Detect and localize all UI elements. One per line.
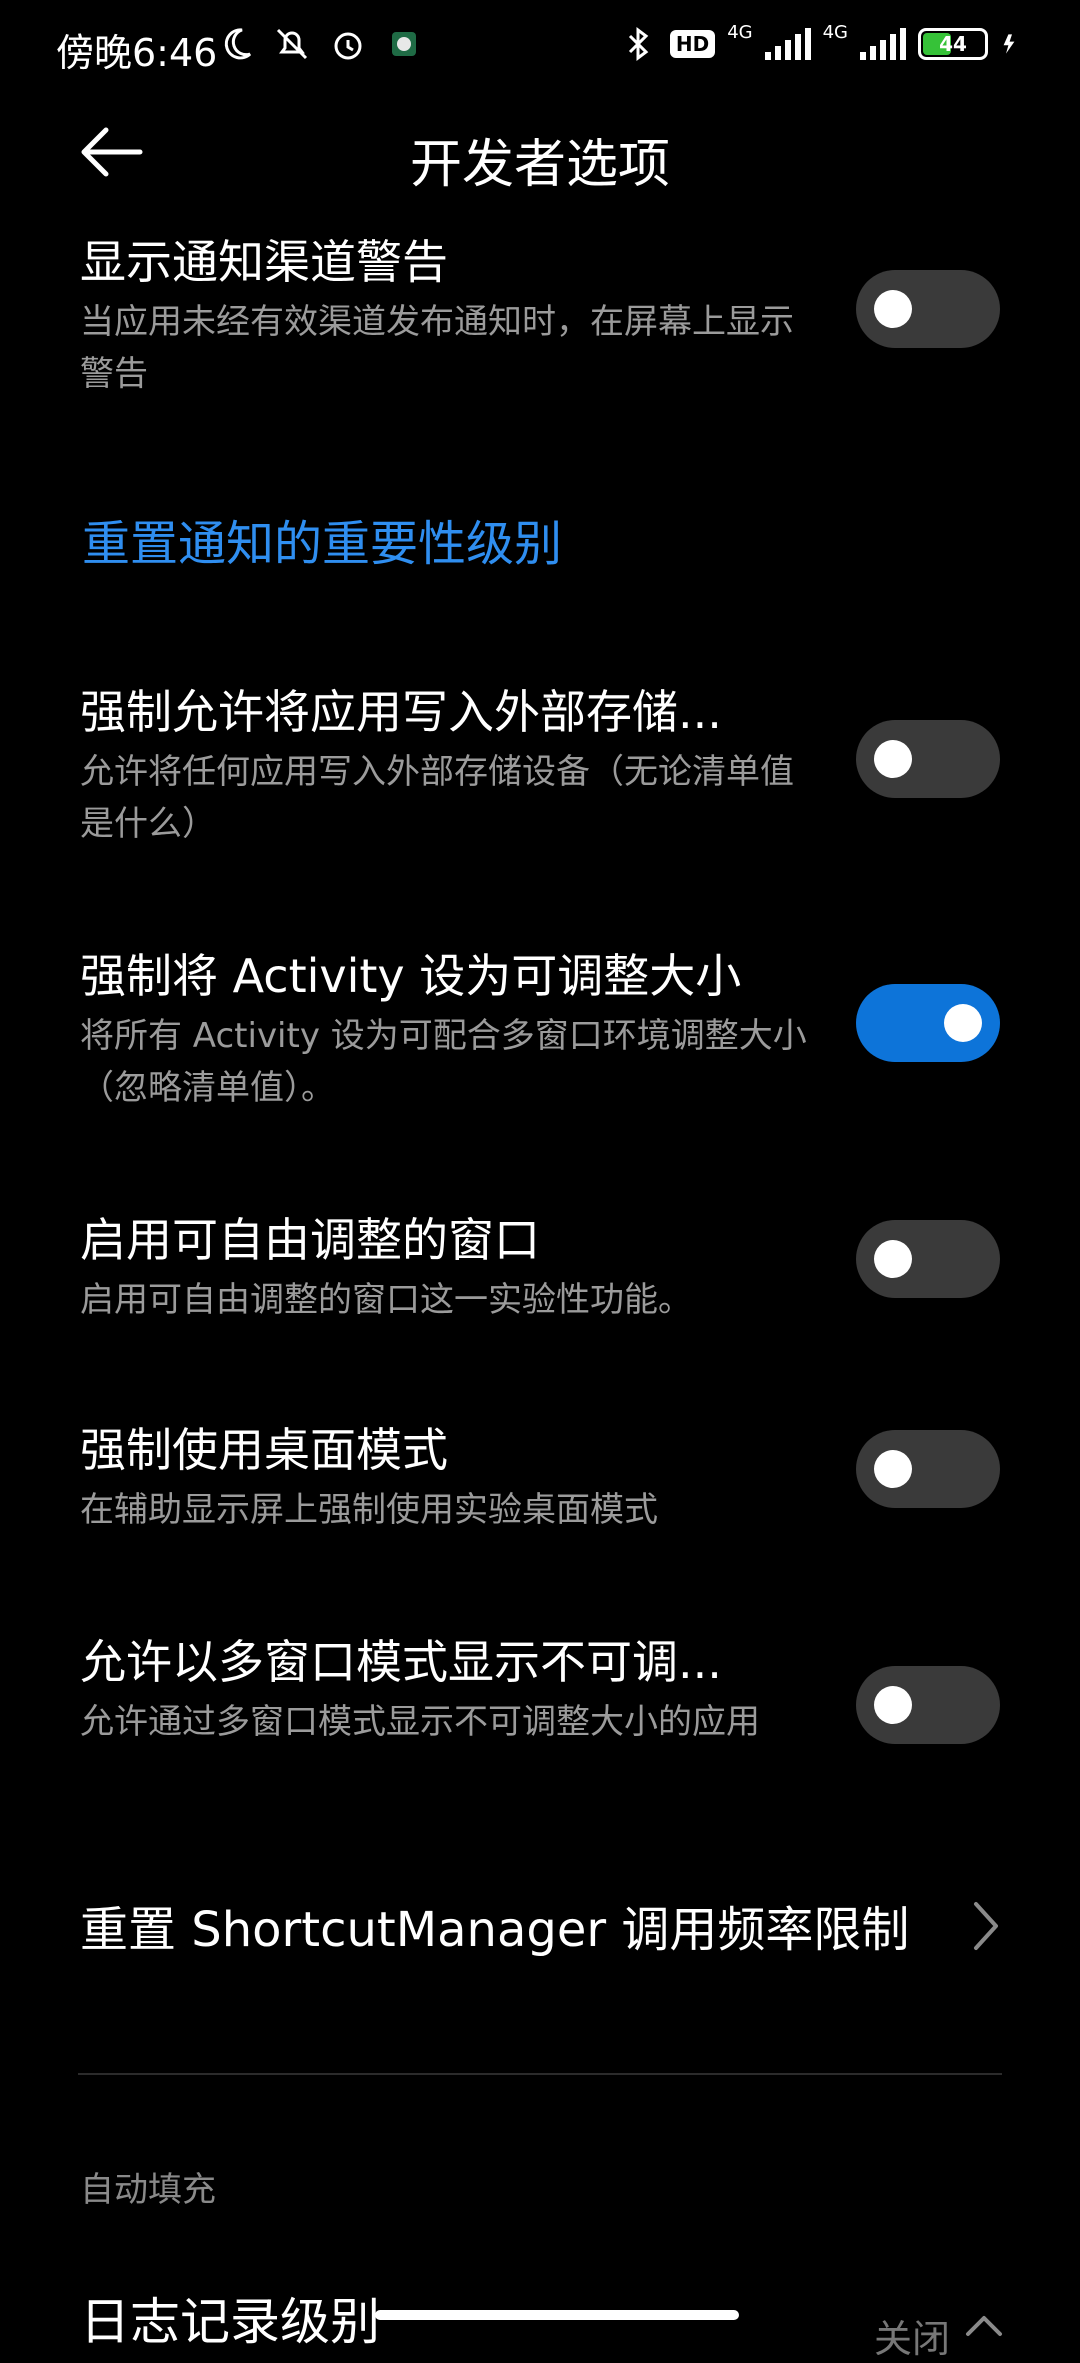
setting-title: 启用可自由调整的窗口: [80, 1213, 540, 1267]
status-right-icons: HD 4G 4G 44: [618, 21, 1024, 64]
app-icon: [392, 32, 416, 56]
network-type-2: 4G: [822, 21, 848, 43]
setting-subtitle: 将所有 Activity 设为可配合多窗口环境调整大小（忽略清单值）。: [80, 1016, 807, 1108]
reset-shortcut-manager-row[interactable]: 重置 ShortcutManager 调用频率限制: [80, 1890, 1000, 1960]
setting-title: 强制允许将应用写入外部存储...: [80, 685, 722, 739]
hd-icon: HD: [669, 30, 716, 58]
setting-force-desktop-mode[interactable]: 强制使用桌面模式 在辅助显示屏上强制使用实验桌面模式: [80, 1414, 1000, 1536]
toggle-switch[interactable]: [856, 270, 1000, 348]
page-title: 开发者选项: [409, 135, 670, 195]
app-header: 开发者选项: [0, 96, 1080, 214]
setting-title: 显示通知渠道警告: [80, 235, 448, 289]
home-indicator[interactable]: [375, 2310, 739, 2320]
toggle-knob: [944, 1004, 982, 1042]
setting-title: 允许以多窗口模式显示不可调...: [80, 1635, 722, 1689]
signal-icon: [764, 28, 811, 60]
status-time: 傍晚6:46: [56, 31, 218, 75]
section-label-autofill: 自动填充: [80, 2170, 216, 2210]
setting-title: 强制使用桌面模式: [80, 1423, 448, 1477]
chevron-right-icon: [974, 1902, 998, 1950]
bluetooth-icon: [628, 27, 649, 61]
network-type-1: 4G: [727, 21, 753, 43]
status-bar: 傍晚6:46 HD 4G 4G 44: [0, 0, 1080, 96]
setting-force-resizable-activity[interactable]: 强制将 Activity 设为可调整大小 将所有 Activity 设为可配合多…: [80, 940, 1000, 1114]
setting-title: 强制将 Activity 设为可调整大小: [80, 949, 742, 1003]
setting-subtitle: 允许通过多窗口模式显示不可调整大小的应用: [80, 1702, 760, 1742]
setting-notification-channel-warning[interactable]: 显示通知渠道警告 当应用未经有效渠道发布通知时，在屏幕上显示警告: [80, 226, 1000, 400]
moon-icon: [224, 28, 252, 60]
battery-icon: 44: [918, 28, 988, 60]
status-left-icons: [216, 24, 424, 64]
log-level-title[interactable]: 日志记录级别: [80, 2282, 380, 2354]
setting-subtitle: 启用可自由调整的窗口这一实验性功能。: [80, 1280, 692, 1320]
toggle-switch[interactable]: [856, 1666, 1000, 1744]
toggle-switch[interactable]: [856, 720, 1000, 798]
toggle-knob: [874, 740, 912, 778]
signal-icon-2: [860, 28, 906, 60]
setting-freeform-windows[interactable]: 启用可自由调整的窗口 启用可自由调整的窗口这一实验性功能。: [80, 1204, 1000, 1326]
setting-subtitle: 允许将任何应用写入外部存储设备（无论清单值是什么）: [80, 752, 794, 844]
divider: [78, 2073, 1002, 2075]
alarm-icon: [334, 32, 362, 60]
setting-force-external-storage[interactable]: 强制允许将应用写入外部存储... 允许将任何应用写入外部存储设备（无论清单值是什…: [80, 676, 1000, 850]
chevron-up-icon[interactable]: [964, 2312, 1004, 2338]
toggle-switch[interactable]: [856, 1430, 1000, 1508]
toggle-switch[interactable]: [856, 984, 1000, 1062]
setting-title: 重置 ShortcutManager 调用频率限制: [80, 1902, 910, 1958]
setting-non-resizable-multiwindow[interactable]: 允许以多窗口模式显示不可调... 允许通过多窗口模式显示不可调整大小的应用: [80, 1626, 1000, 1748]
setting-subtitle: 当应用未经有效渠道发布通知时，在屏幕上显示警告: [80, 302, 794, 394]
log-level-value[interactable]: 关闭: [874, 2308, 950, 2363]
charging-icon: [1003, 34, 1015, 54]
reset-notification-importance-link[interactable]: 重置通知的重要性级别: [82, 504, 562, 574]
setting-subtitle: 在辅助显示屏上强制使用实验桌面模式: [80, 1490, 658, 1530]
toggle-knob: [874, 1686, 912, 1724]
toggle-knob: [874, 1240, 912, 1278]
toggle-knob: [874, 290, 912, 328]
bell-off-icon: [276, 28, 308, 60]
toggle-knob: [874, 1450, 912, 1488]
toggle-switch[interactable]: [856, 1220, 1000, 1298]
